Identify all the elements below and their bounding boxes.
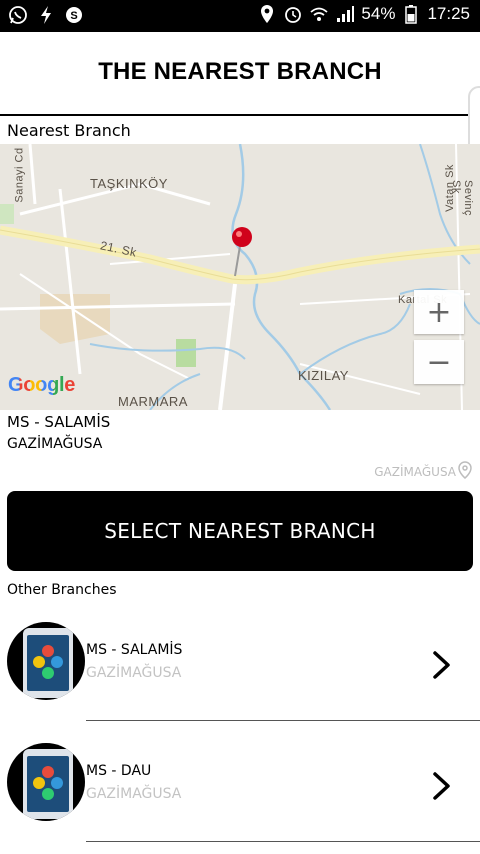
- map-view[interactable]: TAŞKINKÖY KIZILAY MARMARA 21. Sk Sanayi …: [0, 144, 480, 410]
- status-right-icons: 54% 17:25: [257, 4, 470, 24]
- nearest-branch-name: MS - SALAMİS: [7, 413, 111, 431]
- location-link[interactable]: GAZİMAĞUSA: [374, 461, 472, 482]
- flash-icon: [36, 5, 56, 25]
- whatsapp-icon: [8, 5, 28, 25]
- map-label-district-2: KIZILAY: [298, 368, 349, 383]
- zoom-out-button[interactable]: −: [414, 340, 464, 384]
- alarm-icon: [283, 4, 303, 24]
- nearest-branch-label: Nearest Branch: [7, 121, 131, 140]
- google-logo-text: Google: [8, 374, 76, 396]
- branch-row[interactable]: MS - DAU GAZİMAĞUSA: [0, 743, 480, 843]
- nearest-branch-city: GAZİMAĞUSA: [7, 436, 103, 452]
- branch-row[interactable]: MS - SALAMİS GAZİMAĞUSA: [0, 622, 480, 722]
- wifi-icon: [309, 4, 329, 24]
- battery-percent: 54%: [361, 4, 396, 23]
- header: THE NEAREST BRANCH: [0, 32, 480, 114]
- other-branches-label: Other Branches: [7, 582, 117, 598]
- branch-name: MS - SALAMİS: [86, 642, 183, 658]
- map-label-street-4: Sevinç Sk: [450, 179, 475, 217]
- row-divider: [86, 841, 480, 842]
- row-divider: [86, 720, 480, 721]
- branch-city: GAZİMAĞUSA: [86, 786, 182, 802]
- status-bar: S 54% 17:25: [0, 0, 480, 32]
- status-left-icons: S: [8, 5, 84, 25]
- skype-icon: S: [64, 5, 84, 25]
- location-pin-icon: [458, 461, 472, 482]
- map-label-street-2: Sanayi Cd: [13, 147, 26, 203]
- header-divider: [0, 114, 472, 116]
- phone-icon: [23, 749, 73, 819]
- branch-avatar: [7, 622, 85, 700]
- branch-city: GAZİMAĞUSA: [86, 665, 182, 681]
- select-nearest-branch-button[interactable]: SELECT NEAREST BRANCH: [7, 491, 473, 571]
- battery-icon: [401, 4, 421, 24]
- clock: 17:25: [427, 4, 470, 23]
- google-logo: Google: [8, 374, 75, 397]
- zoom-in-button[interactable]: +: [414, 290, 464, 334]
- map-canvas: [0, 144, 480, 410]
- signal-icon: [335, 4, 355, 24]
- location-icon: [257, 4, 277, 24]
- branch-avatar: [7, 743, 85, 821]
- location-link-text: GAZİMAĞUSA: [374, 464, 456, 479]
- phone-icon: [23, 628, 73, 698]
- map-label-district-1: TAŞKINKÖY: [90, 176, 168, 191]
- chevron-right-icon[interactable]: [430, 650, 454, 680]
- chevron-right-icon[interactable]: [430, 771, 454, 801]
- branch-name: MS - DAU: [86, 763, 152, 779]
- svg-text:S: S: [70, 10, 77, 22]
- map-label-district-3: MARMARA: [118, 394, 188, 409]
- page-title: THE NEAREST BRANCH: [98, 58, 382, 85]
